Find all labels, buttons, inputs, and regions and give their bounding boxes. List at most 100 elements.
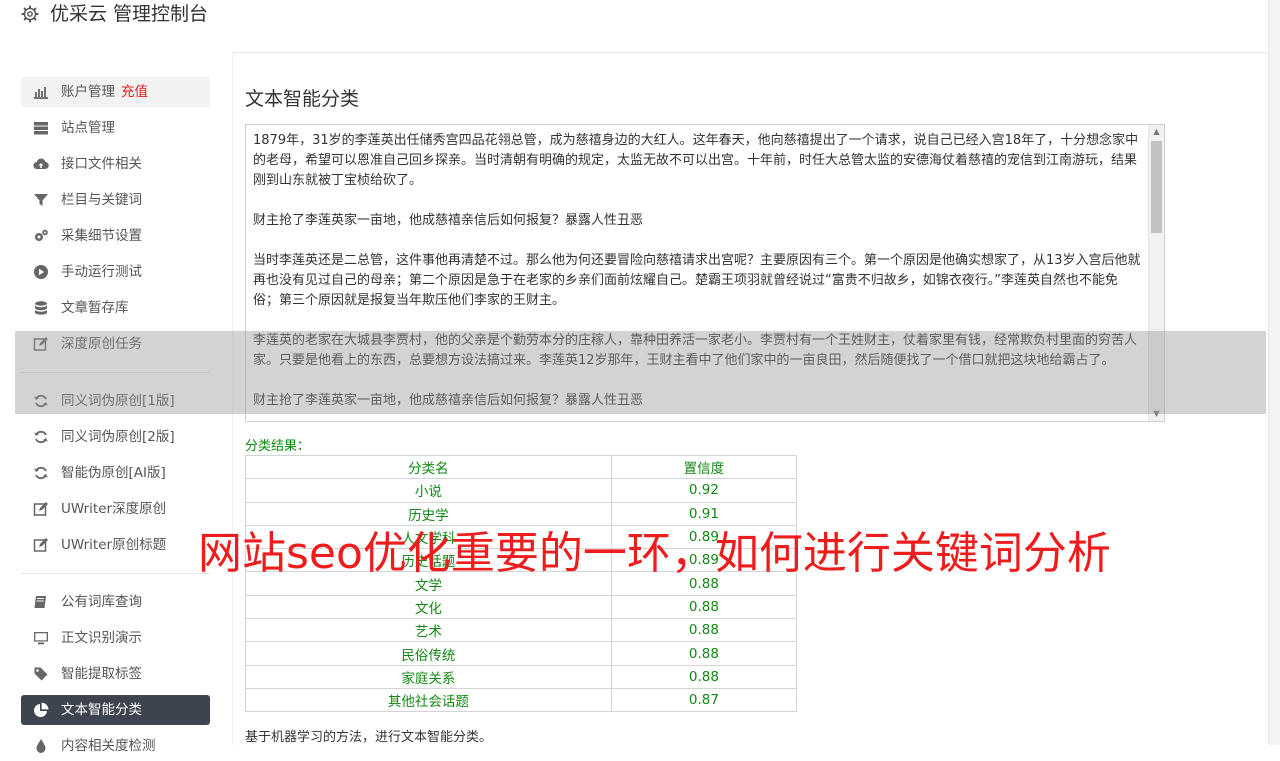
sidebar-item-article-store[interactable]: 文章暂存库	[21, 293, 210, 323]
refresh-icon	[34, 466, 48, 480]
sidebar-item-label: UWriter深度原创	[61, 501, 167, 517]
bar-chart-icon	[34, 87, 48, 99]
category-cell: 家庭关系	[245, 664, 612, 689]
sidebar-item-label: 接口文件相关	[61, 156, 142, 172]
sidebar-divider	[21, 372, 210, 373]
filter-icon	[34, 194, 48, 206]
app-title: 优采云 管理控制台	[50, 3, 209, 25]
sidebar-item-text-classify[interactable]: 文本智能分类	[21, 695, 210, 725]
sidebar-item-label: 栏目与关键词	[61, 192, 142, 208]
text-paragraph: 1879年，31岁的李莲英出任储秀宫四品花翎总管，成为慈禧身边的大红人。这年春天…	[253, 133, 1139, 188]
confidence-cell: 0.92	[610, 478, 798, 503]
category-cell: 小说	[245, 478, 612, 503]
sidebar-item-uwriter-title[interactable]: UWriter原创标题	[21, 530, 210, 560]
sidebar-item-label: 站点管理	[61, 120, 115, 136]
sidebar-item-public-lexicon[interactable]: 公有词库查询	[21, 587, 210, 617]
result-label: 分类结果：	[245, 439, 311, 454]
scroll-down-arrow-icon[interactable]: ▼	[1149, 407, 1164, 421]
sidebar-item-ai-rewrite[interactable]: 智能伪原创[AI版]	[21, 458, 210, 488]
page-title: 文本智能分类	[245, 88, 360, 110]
play-circle-icon	[34, 265, 48, 279]
sidebar-item-manual-run[interactable]: 手动运行测试	[21, 257, 210, 287]
text-paragraph: 财主抢了李莲英家一亩地，他成慈禧亲信后如何报复？暴露人性丑恶	[253, 393, 644, 408]
sidebar-item-label: 内容相关度检测	[61, 738, 156, 754]
sidebar-item-synonym-v1[interactable]: 同义词伪原创[1版]	[21, 386, 210, 416]
sidebar-item-label: 文本智能分类	[61, 702, 142, 718]
sidebar-item-sites[interactable]: 站点管理	[21, 113, 210, 143]
gear-icon	[21, 5, 39, 23]
confidence-cell: 0.88	[610, 664, 798, 689]
table-row: 历史学 0.91	[245, 501, 798, 526]
edit-icon	[33, 337, 48, 351]
window-edge	[1268, 0, 1280, 745]
table-row: 艺术 0.88	[245, 618, 798, 643]
text-paragraph: 李莲英的老家在大城县李贾村，他的父亲是个勤劳本分的庄稼人，靠种田养活一家老小。李…	[253, 333, 1138, 368]
edit-icon	[33, 538, 48, 552]
text-paragraph: 当时李莲英还是二总管，这件事他再清楚不过。那么他为何还要冒险向慈禧请求出宫呢？主…	[253, 253, 1141, 308]
sidebar-item-label: 正文识别演示	[61, 630, 142, 646]
table-row: 其他社会话题 0.87	[245, 687, 798, 713]
server-icon	[34, 122, 48, 135]
sidebar-item-label: 公有词库查询	[61, 594, 142, 610]
table-row: 家庭关系 0.88	[245, 664, 798, 689]
scroll-up-arrow-icon[interactable]: ▲	[1149, 125, 1164, 139]
sidebar-item-tag-extract[interactable]: 智能提取标签	[21, 659, 210, 689]
monitor-icon	[34, 632, 48, 645]
sidebar-item-synonym-v2[interactable]: 同义词伪原创[2版]	[21, 422, 210, 452]
sidebar-item-label: 手动运行测试	[61, 264, 142, 280]
edit-icon	[33, 502, 48, 516]
category-cell: 文化	[245, 594, 612, 620]
method-note: 基于机器学习的方法，进行文本智能分类。	[245, 730, 493, 745]
category-cell: 历史学	[245, 501, 612, 526]
confidence-cell: 0.88	[610, 641, 798, 666]
sidebar-item-label: 同义词伪原创[1版]	[61, 393, 175, 409]
scrollbar-thumb[interactable]	[1151, 141, 1162, 233]
sidebar: 账户管理 充值 站点管理 接口文件相关 栏目与关键词 采集细节设置 手动运行测试 …	[0, 52, 233, 754]
table-row: 小说 0.92	[245, 478, 798, 503]
column-header-confidence: 置信度	[610, 454, 798, 480]
refresh-icon	[34, 394, 48, 408]
sidebar-item-collect-settings[interactable]: 采集细节设置	[21, 221, 210, 251]
sidebar-item-label: 深度原创任务	[61, 336, 142, 352]
pie-chart-icon	[34, 702, 49, 717]
sidebar-item-label: 账户管理	[61, 84, 115, 100]
sidebar-item-columns-keywords[interactable]: 栏目与关键词	[21, 185, 210, 215]
sidebar-item-relevance-check[interactable]: 内容相关度检测	[21, 731, 210, 761]
cloud-upload-icon	[33, 158, 49, 170]
sidebar-item-uwriter-deep[interactable]: UWriter深度原创	[21, 494, 210, 524]
sidebar-item-interface-files[interactable]: 接口文件相关	[21, 149, 210, 179]
classification-table: 分类名 置信度 小说 0.92 历史学 0.91 人文学科 0.89 历史话题 0.89…	[245, 454, 798, 713]
recharge-link[interactable]: 充值	[121, 84, 148, 100]
sidebar-divider	[21, 573, 210, 574]
confidence-cell: 0.88	[610, 618, 798, 643]
confidence-cell: 0.88	[610, 594, 798, 620]
sidebar-item-label: 智能伪原创[AI版]	[61, 465, 166, 481]
textarea-scrollbar[interactable]: ▲ ▼	[1148, 125, 1164, 421]
sidebar-item-label: 文章暂存库	[61, 300, 129, 316]
confidence-cell: 0.91	[610, 501, 798, 526]
table-row: 文化 0.88	[245, 594, 798, 620]
category-cell: 其他社会话题	[245, 687, 612, 713]
top-bar: 优采云 管理控制台	[0, 0, 1268, 53]
watermark-overlay-text: 网站seo优化重要的一环，如何进行关键词分析	[198, 528, 1111, 579]
confidence-cell: 0.87	[610, 687, 798, 713]
sidebar-item-account[interactable]: 账户管理 充值	[21, 77, 210, 107]
sidebar-item-label: UWriter原创标题	[61, 537, 167, 553]
sidebar-item-text-recognition[interactable]: 正文识别演示	[21, 623, 210, 653]
refresh-icon	[34, 430, 48, 444]
text-paragraph: 财主抢了李莲英家一亩地，他成慈禧亲信后如何报复？暴露人性丑恶	[253, 213, 644, 228]
sidebar-item-label: 采集细节设置	[61, 228, 142, 244]
table-header-row: 分类名 置信度	[245, 454, 798, 480]
sidebar-item-label: 同义词伪原创[2版]	[61, 429, 175, 445]
sidebar-item-label: 智能提取标签	[61, 666, 142, 682]
category-cell: 艺术	[245, 618, 612, 643]
tint-icon	[36, 739, 46, 753]
table-row: 民俗传统 0.88	[245, 641, 798, 666]
book-icon	[34, 596, 46, 608]
cogs-icon	[35, 229, 48, 241]
category-cell: 民俗传统	[245, 641, 612, 666]
tag-icon	[34, 667, 48, 681]
sidebar-item-deep-original-task[interactable]: 深度原创任务	[21, 329, 210, 359]
text-input-area[interactable]: 1879年，31岁的李莲英出任储秀宫四品花翎总管，成为慈禧身边的大红人。这年春天…	[245, 124, 1165, 422]
column-header-category: 分类名	[245, 454, 612, 480]
